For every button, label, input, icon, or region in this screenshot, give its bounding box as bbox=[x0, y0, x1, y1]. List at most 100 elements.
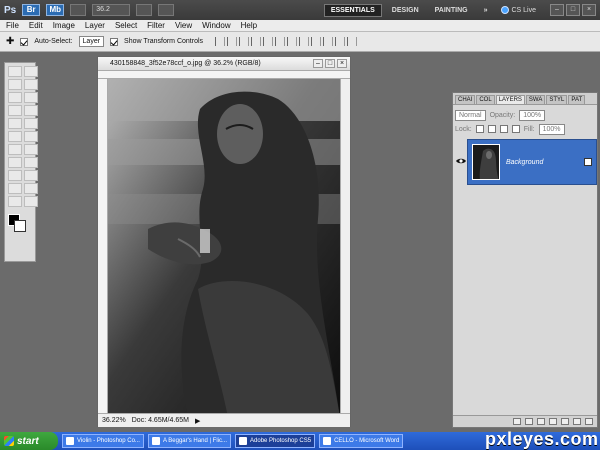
status-doc-size[interactable]: Doc: 4.65M/4.65M bbox=[132, 417, 189, 424]
menu-filter[interactable]: Filter bbox=[147, 21, 165, 30]
fx-icon[interactable] bbox=[525, 418, 533, 425]
path-select-tool-icon[interactable] bbox=[8, 170, 22, 181]
lock-all-icon[interactable] bbox=[511, 125, 520, 133]
layer-row-background[interactable]: Background bbox=[467, 139, 597, 185]
workspace-more[interactable]: » bbox=[478, 5, 494, 16]
brush-tool-icon[interactable] bbox=[24, 105, 38, 116]
doc-close-icon[interactable]: × bbox=[337, 59, 347, 68]
3d-rotate-tool-icon[interactable] bbox=[8, 183, 22, 194]
distribute-right-icon[interactable] bbox=[347, 37, 358, 46]
menu-edit[interactable]: Edit bbox=[29, 21, 43, 30]
align-vcenter-icon[interactable] bbox=[227, 37, 238, 46]
tab-swatches[interactable]: SWA bbox=[525, 95, 546, 104]
cs-live[interactable]: CS Live bbox=[497, 4, 540, 16]
zoom-tool-icon[interactable] bbox=[24, 196, 38, 207]
lock-transparency-icon[interactable] bbox=[475, 125, 484, 133]
distribute-bottom-icon[interactable] bbox=[311, 37, 322, 46]
menu-window[interactable]: Window bbox=[202, 21, 230, 30]
pen-tool-icon[interactable] bbox=[8, 157, 22, 168]
dodge-tool-icon[interactable] bbox=[24, 144, 38, 155]
lasso-tool-icon[interactable] bbox=[8, 79, 22, 90]
menu-select[interactable]: Select bbox=[115, 21, 137, 30]
ruler-vertical[interactable] bbox=[98, 79, 108, 417]
lock-position-icon[interactable] bbox=[499, 125, 508, 133]
start-button[interactable]: start bbox=[0, 432, 58, 450]
blend-mode-select[interactable]: Normal bbox=[455, 109, 486, 121]
screen-mode-icon[interactable] bbox=[158, 4, 175, 16]
align-top-icon[interactable] bbox=[215, 37, 226, 46]
distribute-hcenter-icon[interactable] bbox=[335, 37, 346, 46]
move-tool-icon[interactable]: ✚ bbox=[6, 36, 14, 47]
shape-tool-icon[interactable] bbox=[24, 170, 38, 181]
mini-bridge-icon[interactable]: Mb bbox=[46, 4, 65, 16]
doc-minimize-icon[interactable]: – bbox=[313, 59, 323, 68]
align-right-icon[interactable] bbox=[275, 37, 286, 46]
document-titlebar[interactable]: 430158848_3f52e78ccf_o.jpg @ 36.2% (RGB/… bbox=[98, 57, 350, 71]
taskbar-item-violin[interactable]: Violin - Photoshop Co... bbox=[62, 434, 144, 448]
taskbar-item-photoshop[interactable]: Adobe Photoshop CS5 bbox=[235, 434, 316, 448]
menu-help[interactable]: Help bbox=[241, 21, 257, 30]
eraser-tool-icon[interactable] bbox=[8, 131, 22, 142]
menu-layer[interactable]: Layer bbox=[85, 21, 105, 30]
tab-color[interactable]: COL bbox=[476, 95, 495, 104]
workspace-painting[interactable]: PAINTING bbox=[429, 5, 474, 16]
menu-view[interactable]: View bbox=[175, 21, 192, 30]
eyedropper-tool-icon[interactable] bbox=[24, 92, 38, 103]
tab-paths[interactable]: PAT bbox=[568, 95, 586, 104]
clone-tool-icon[interactable] bbox=[8, 118, 22, 129]
workspace-essentials[interactable]: ESSENTIALS bbox=[323, 3, 382, 17]
zoom-select[interactable]: 36.2 bbox=[92, 4, 131, 16]
status-zoom[interactable]: 36.22% bbox=[102, 417, 126, 424]
image-canvas[interactable] bbox=[108, 79, 340, 417]
distribute-vcenter-icon[interactable] bbox=[299, 37, 310, 46]
quick-select-tool-icon[interactable] bbox=[24, 79, 38, 90]
3d-orbit-tool-icon[interactable] bbox=[24, 183, 38, 194]
status-arrow-icon[interactable]: ▶ bbox=[195, 417, 200, 425]
vertical-scrollbar[interactable] bbox=[340, 79, 350, 417]
new-group-icon[interactable] bbox=[561, 418, 569, 425]
move-tool-panel-icon[interactable] bbox=[24, 66, 38, 77]
auto-select-checkbox[interactable] bbox=[20, 37, 29, 46]
healing-tool-icon[interactable] bbox=[8, 105, 22, 116]
arrange-documents-icon[interactable] bbox=[136, 4, 153, 16]
marquee-tool-icon[interactable] bbox=[8, 66, 22, 77]
taskbar-item-word[interactable]: CELLO - Microsoft Word bbox=[319, 434, 404, 448]
distribute-left-icon[interactable] bbox=[323, 37, 334, 46]
maximize-icon[interactable]: □ bbox=[566, 4, 580, 16]
delete-layer-icon[interactable] bbox=[585, 418, 593, 425]
tab-layers[interactable]: LAYERS bbox=[495, 95, 525, 104]
doc-maximize-icon[interactable]: □ bbox=[325, 59, 335, 68]
align-left-icon[interactable] bbox=[251, 37, 262, 46]
tab-channels[interactable]: CHAI bbox=[455, 95, 476, 104]
tab-styles[interactable]: STYL bbox=[546, 95, 568, 104]
taskbar-item-beggars-hand[interactable]: A Beggar's Hand | Flic... bbox=[147, 434, 232, 448]
minimize-icon[interactable]: – bbox=[550, 4, 564, 16]
menu-file[interactable]: File bbox=[6, 21, 19, 30]
history-brush-tool-icon[interactable] bbox=[24, 118, 38, 129]
view-extras-icon[interactable] bbox=[70, 4, 87, 16]
bridge-icon[interactable]: Br bbox=[22, 4, 41, 16]
type-tool-icon[interactable] bbox=[24, 157, 38, 168]
fill-field[interactable]: 100% bbox=[538, 123, 565, 135]
blur-tool-icon[interactable] bbox=[8, 144, 22, 155]
gradient-tool-icon[interactable] bbox=[24, 131, 38, 142]
ruler-horizontal[interactable] bbox=[98, 71, 350, 79]
workspace-design[interactable]: DESIGN bbox=[386, 5, 425, 16]
new-layer-icon[interactable] bbox=[573, 418, 581, 425]
hand-tool-icon[interactable] bbox=[8, 196, 22, 207]
distribute-top-icon[interactable] bbox=[287, 37, 298, 46]
align-hcenter-icon[interactable] bbox=[263, 37, 274, 46]
background-color-swatch[interactable] bbox=[14, 220, 26, 232]
add-mask-icon[interactable] bbox=[537, 418, 545, 425]
visibility-eye-icon[interactable] bbox=[456, 157, 466, 165]
crop-tool-icon[interactable] bbox=[8, 92, 22, 103]
menu-image[interactable]: Image bbox=[53, 21, 75, 30]
adjustment-layer-icon[interactable] bbox=[549, 418, 557, 425]
opacity-field[interactable]: 100% bbox=[519, 109, 546, 121]
lock-pixels-icon[interactable] bbox=[487, 125, 496, 133]
link-layers-icon[interactable] bbox=[513, 418, 521, 425]
align-bottom-icon[interactable] bbox=[239, 37, 250, 46]
close-icon[interactable]: × bbox=[582, 4, 596, 16]
show-transform-checkbox[interactable] bbox=[110, 37, 119, 46]
auto-select-dropdown[interactable]: Layer bbox=[78, 36, 105, 47]
